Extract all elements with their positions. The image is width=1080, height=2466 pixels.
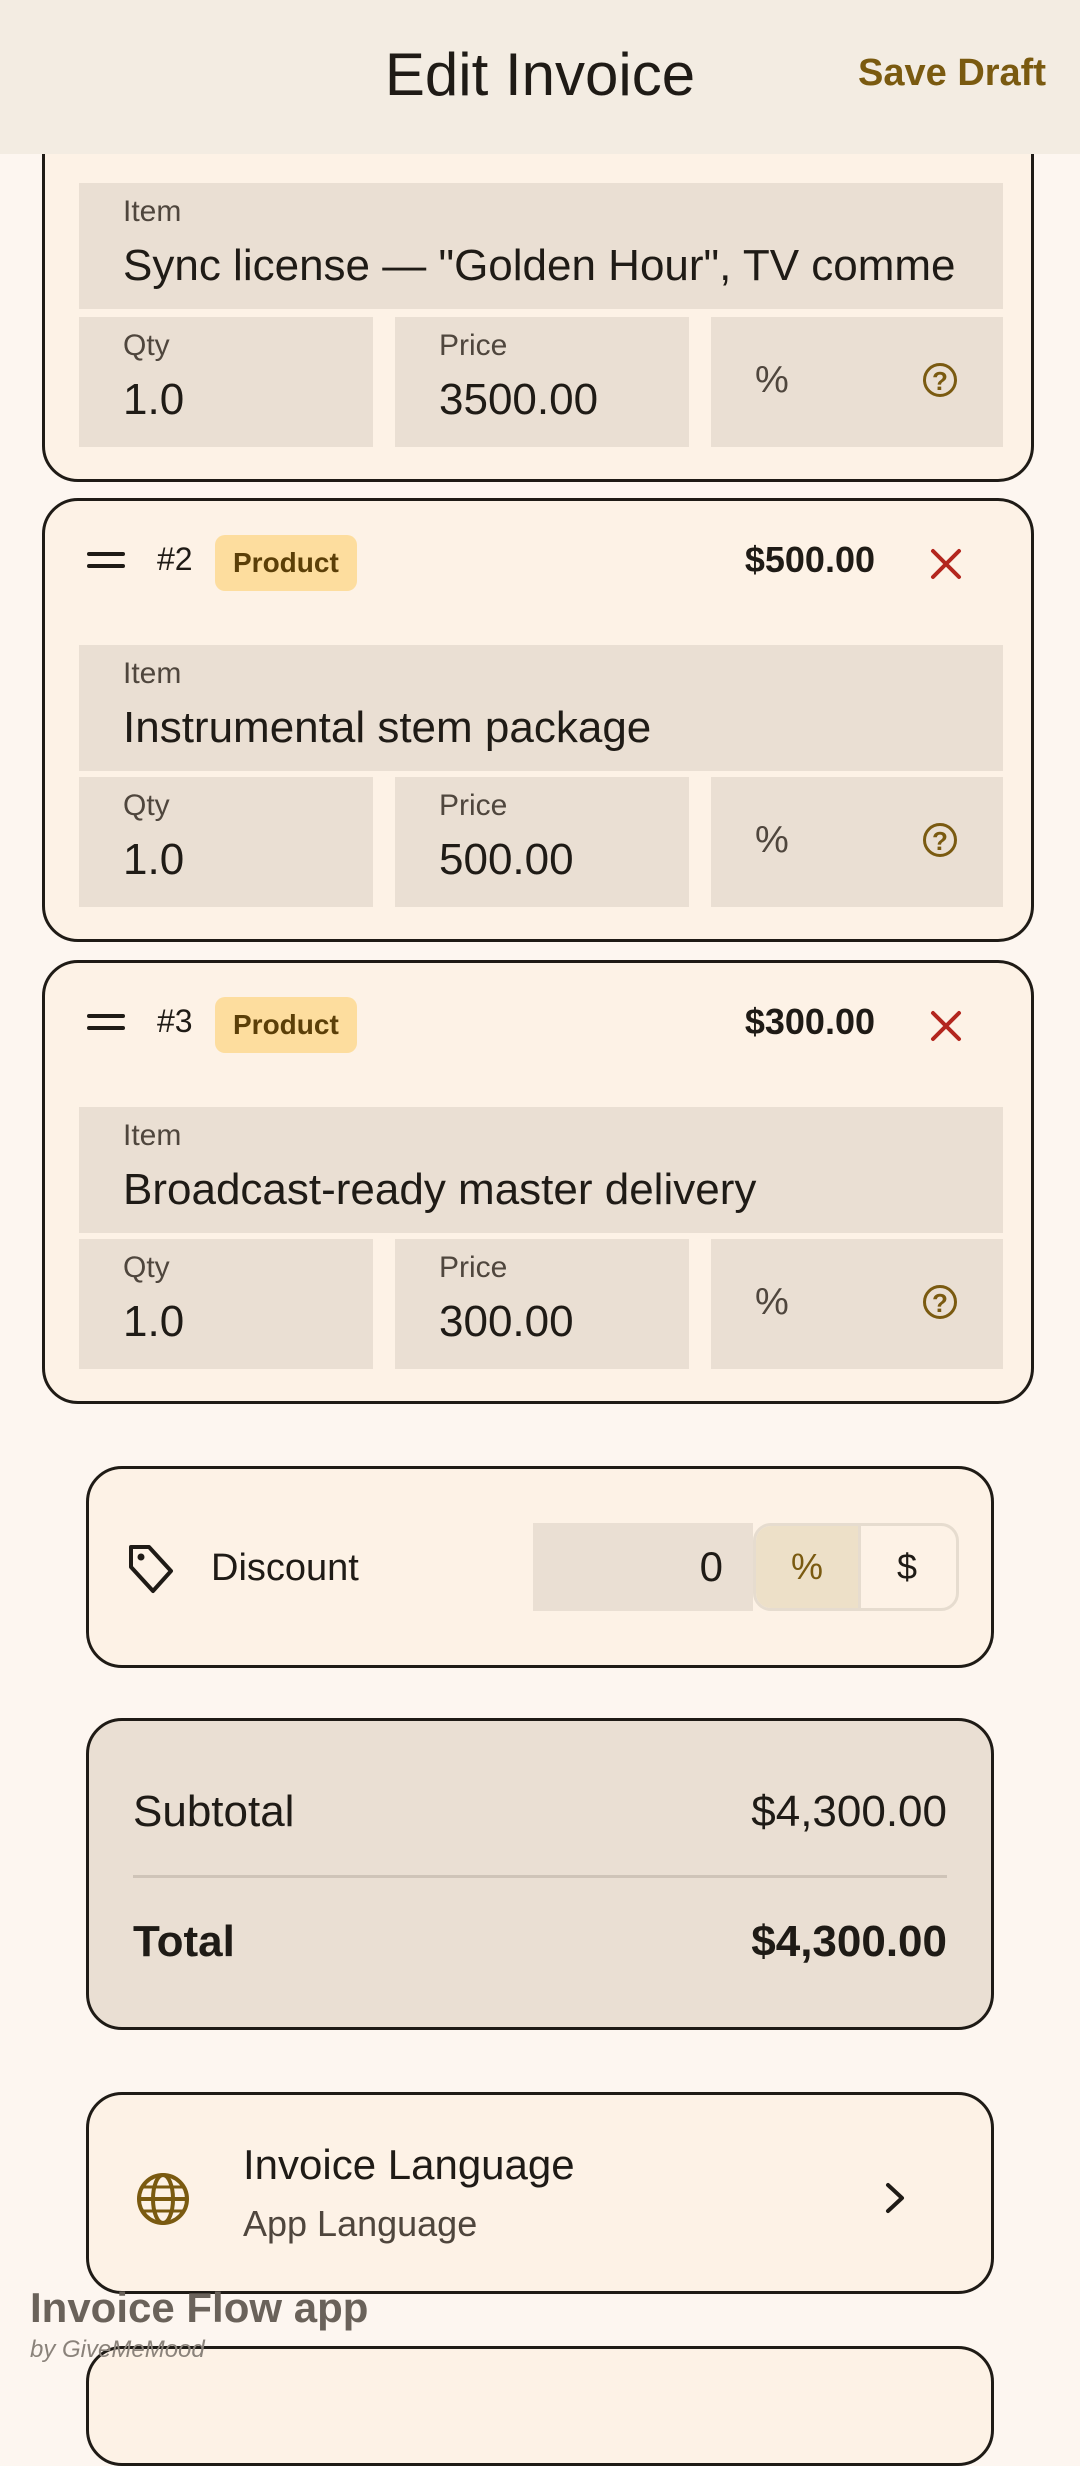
qty-value: 1.0 [123, 835, 185, 884]
item-label: Item [123, 195, 182, 228]
discount-unit: % [755, 1281, 789, 1323]
help-circle-icon[interactable]: ? [923, 1285, 957, 1319]
watermark-app-name: Invoice Flow app [30, 2284, 369, 2331]
totals-card: Subtotal $4,300.00 Total $4,300.00 [86, 1718, 994, 2030]
item-type-badge: Product [215, 997, 357, 1053]
close-icon[interactable] [929, 547, 963, 581]
discount-mode-amount[interactable]: $ [858, 1526, 956, 1608]
watermark-author: by GiveMeMood [30, 2336, 205, 2363]
line-item-header: #3 Product $300.00 [45, 963, 1031, 1083]
item-field[interactable]: Item Sync license — "Golden Hour", TV co… [79, 183, 1003, 309]
drag-handle-icon[interactable] [87, 552, 125, 572]
item-label: Item [123, 1119, 182, 1152]
discount-unit: % [755, 359, 789, 401]
app-bar: Edit Invoice Save Draft [0, 0, 1080, 154]
qty-label: Qty [123, 789, 170, 822]
invoice-language-value: App Language [243, 2203, 478, 2244]
watermark: Invoice Flow app by GiveMeMood [30, 2284, 368, 2364]
line-item-amount: $300.00 [744, 1001, 875, 1042]
discount-input[interactable]: 0 [533, 1523, 753, 1611]
item-discount-field[interactable]: % ? [711, 1239, 1003, 1369]
line-item-amount: $500.00 [744, 539, 875, 580]
qty-field[interactable]: Qty 1.0 [79, 317, 373, 447]
discount-card: Discount 0 % $ [86, 1466, 994, 1668]
qty-field[interactable]: Qty 1.0 [79, 777, 373, 907]
line-item-header: #2 Product $500.00 [45, 501, 1031, 621]
invoice-language-row[interactable]: Invoice Language App Language [86, 2092, 994, 2294]
item-discount-field[interactable]: % ? [711, 317, 1003, 447]
line-item-card: #3 Product $300.00 Item Broadcast-ready … [42, 960, 1034, 1404]
discount-unit: % [755, 819, 789, 861]
qty-label: Qty [123, 329, 170, 362]
price-value: 3500.00 [439, 375, 599, 424]
qty-value: 1.0 [123, 375, 185, 424]
price-value: 500.00 [439, 835, 574, 884]
chevron-right-icon [886, 2183, 904, 2213]
divider [133, 1875, 947, 1878]
discount-mode-toggle: % $ [753, 1523, 959, 1611]
drag-handle-icon[interactable] [87, 1014, 125, 1034]
price-value: 300.00 [439, 1297, 574, 1346]
close-icon[interactable] [929, 1009, 963, 1043]
total-value: $4,300.00 [751, 1917, 947, 1966]
line-item-number: #2 [157, 541, 193, 577]
globe-icon [137, 2173, 189, 2225]
subtotal-value: $4,300.00 [751, 1787, 947, 1836]
line-item-card: #2 Product $500.00 Item Instrumental ste… [42, 498, 1034, 942]
discount-mode-percent[interactable]: % [756, 1526, 861, 1608]
qty-field[interactable]: Qty 1.0 [79, 1239, 373, 1369]
item-type-badge: Product [215, 535, 357, 591]
help-circle-icon[interactable]: ? [923, 823, 957, 857]
price-field[interactable]: Price 500.00 [395, 777, 689, 907]
item-value: Broadcast-ready master delivery [123, 1165, 757, 1214]
invoice-language-title: Invoice Language [243, 2141, 575, 2188]
qty-label: Qty [123, 1251, 170, 1284]
item-label: Item [123, 657, 182, 690]
price-label: Price [439, 1251, 508, 1284]
price-field[interactable]: Price 300.00 [395, 1239, 689, 1369]
item-field[interactable]: Item Broadcast-ready master delivery [79, 1107, 1003, 1233]
save-draft-button[interactable]: Save Draft [858, 52, 1046, 95]
item-discount-field[interactable]: % ? [711, 777, 1003, 907]
tag-icon [129, 1545, 173, 1593]
price-label: Price [439, 329, 508, 362]
item-field[interactable]: Item Instrumental stem package [79, 645, 1003, 771]
item-value: Sync license — "Golden Hour", TV comme [123, 241, 956, 290]
item-value: Instrumental stem package [123, 703, 652, 752]
qty-value: 1.0 [123, 1297, 185, 1346]
price-label: Price [439, 789, 508, 822]
discount-label: Discount [211, 1547, 359, 1589]
subtotal-label: Subtotal [133, 1787, 295, 1836]
line-item-number: #3 [157, 1003, 193, 1039]
help-circle-icon[interactable]: ? [923, 363, 957, 397]
next-section-card [86, 2346, 994, 2466]
price-field[interactable]: Price 3500.00 [395, 317, 689, 447]
total-label: Total [133, 1917, 235, 1966]
